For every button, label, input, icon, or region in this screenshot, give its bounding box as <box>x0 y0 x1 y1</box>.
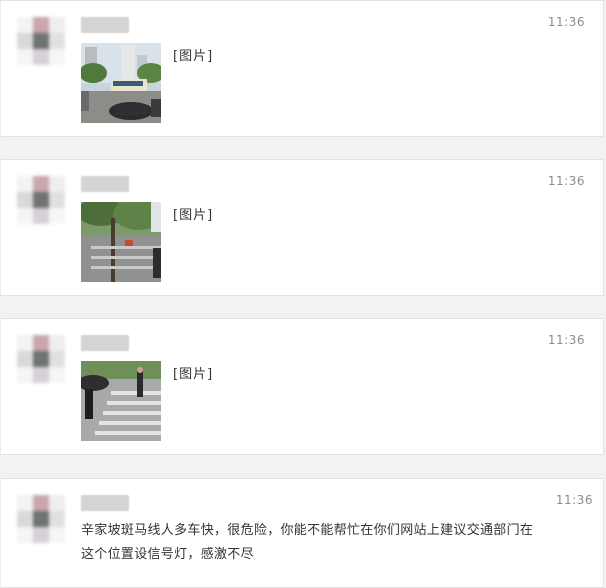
message-time: 11:36 <box>547 333 585 347</box>
message-card: 11:36 [图片] <box>0 159 604 296</box>
sender-name-blurred[interactable] <box>81 495 129 511</box>
message-time: 11:36 <box>547 15 585 29</box>
message-text: 辛家坡斑马线人多车快，很危险，你能不能帮忙在你们网站上建议交通部门在 这个位置设… <box>81 519 581 567</box>
image-thumbnail[interactable] <box>81 43 161 123</box>
message-text-line: 这个位置设信号灯，感激不尽 <box>81 547 254 562</box>
image-placeholder-text: [图片] <box>173 49 214 64</box>
sender-name-blurred[interactable] <box>81 335 129 351</box>
sender-name-blurred[interactable] <box>81 176 129 192</box>
avatar[interactable] <box>17 17 65 65</box>
image-placeholder-text: [图片] <box>173 208 214 223</box>
image-placeholder-text: [图片] <box>173 367 214 382</box>
sender-name-blurred[interactable] <box>81 17 129 33</box>
message-time: 11:36 <box>555 493 593 507</box>
avatar[interactable] <box>17 495 65 543</box>
image-thumbnail[interactable] <box>81 361 161 441</box>
message-time: 11:36 <box>547 174 585 188</box>
avatar[interactable] <box>17 176 65 224</box>
message-text-line: 辛家坡斑马线人多车快，很危险，你能不能帮忙在你们网站上建议交通部门在 <box>81 523 534 538</box>
message-card: 11:36 [图片] <box>0 0 604 137</box>
avatar[interactable] <box>17 335 65 383</box>
message-card: 11:36 [图片] <box>0 318 604 455</box>
image-thumbnail[interactable] <box>81 202 161 282</box>
message-card: 11:36 辛家坡斑马线人多车快，很危险，你能不能帮忙在你们网站上建议交通部门在… <box>0 478 604 588</box>
